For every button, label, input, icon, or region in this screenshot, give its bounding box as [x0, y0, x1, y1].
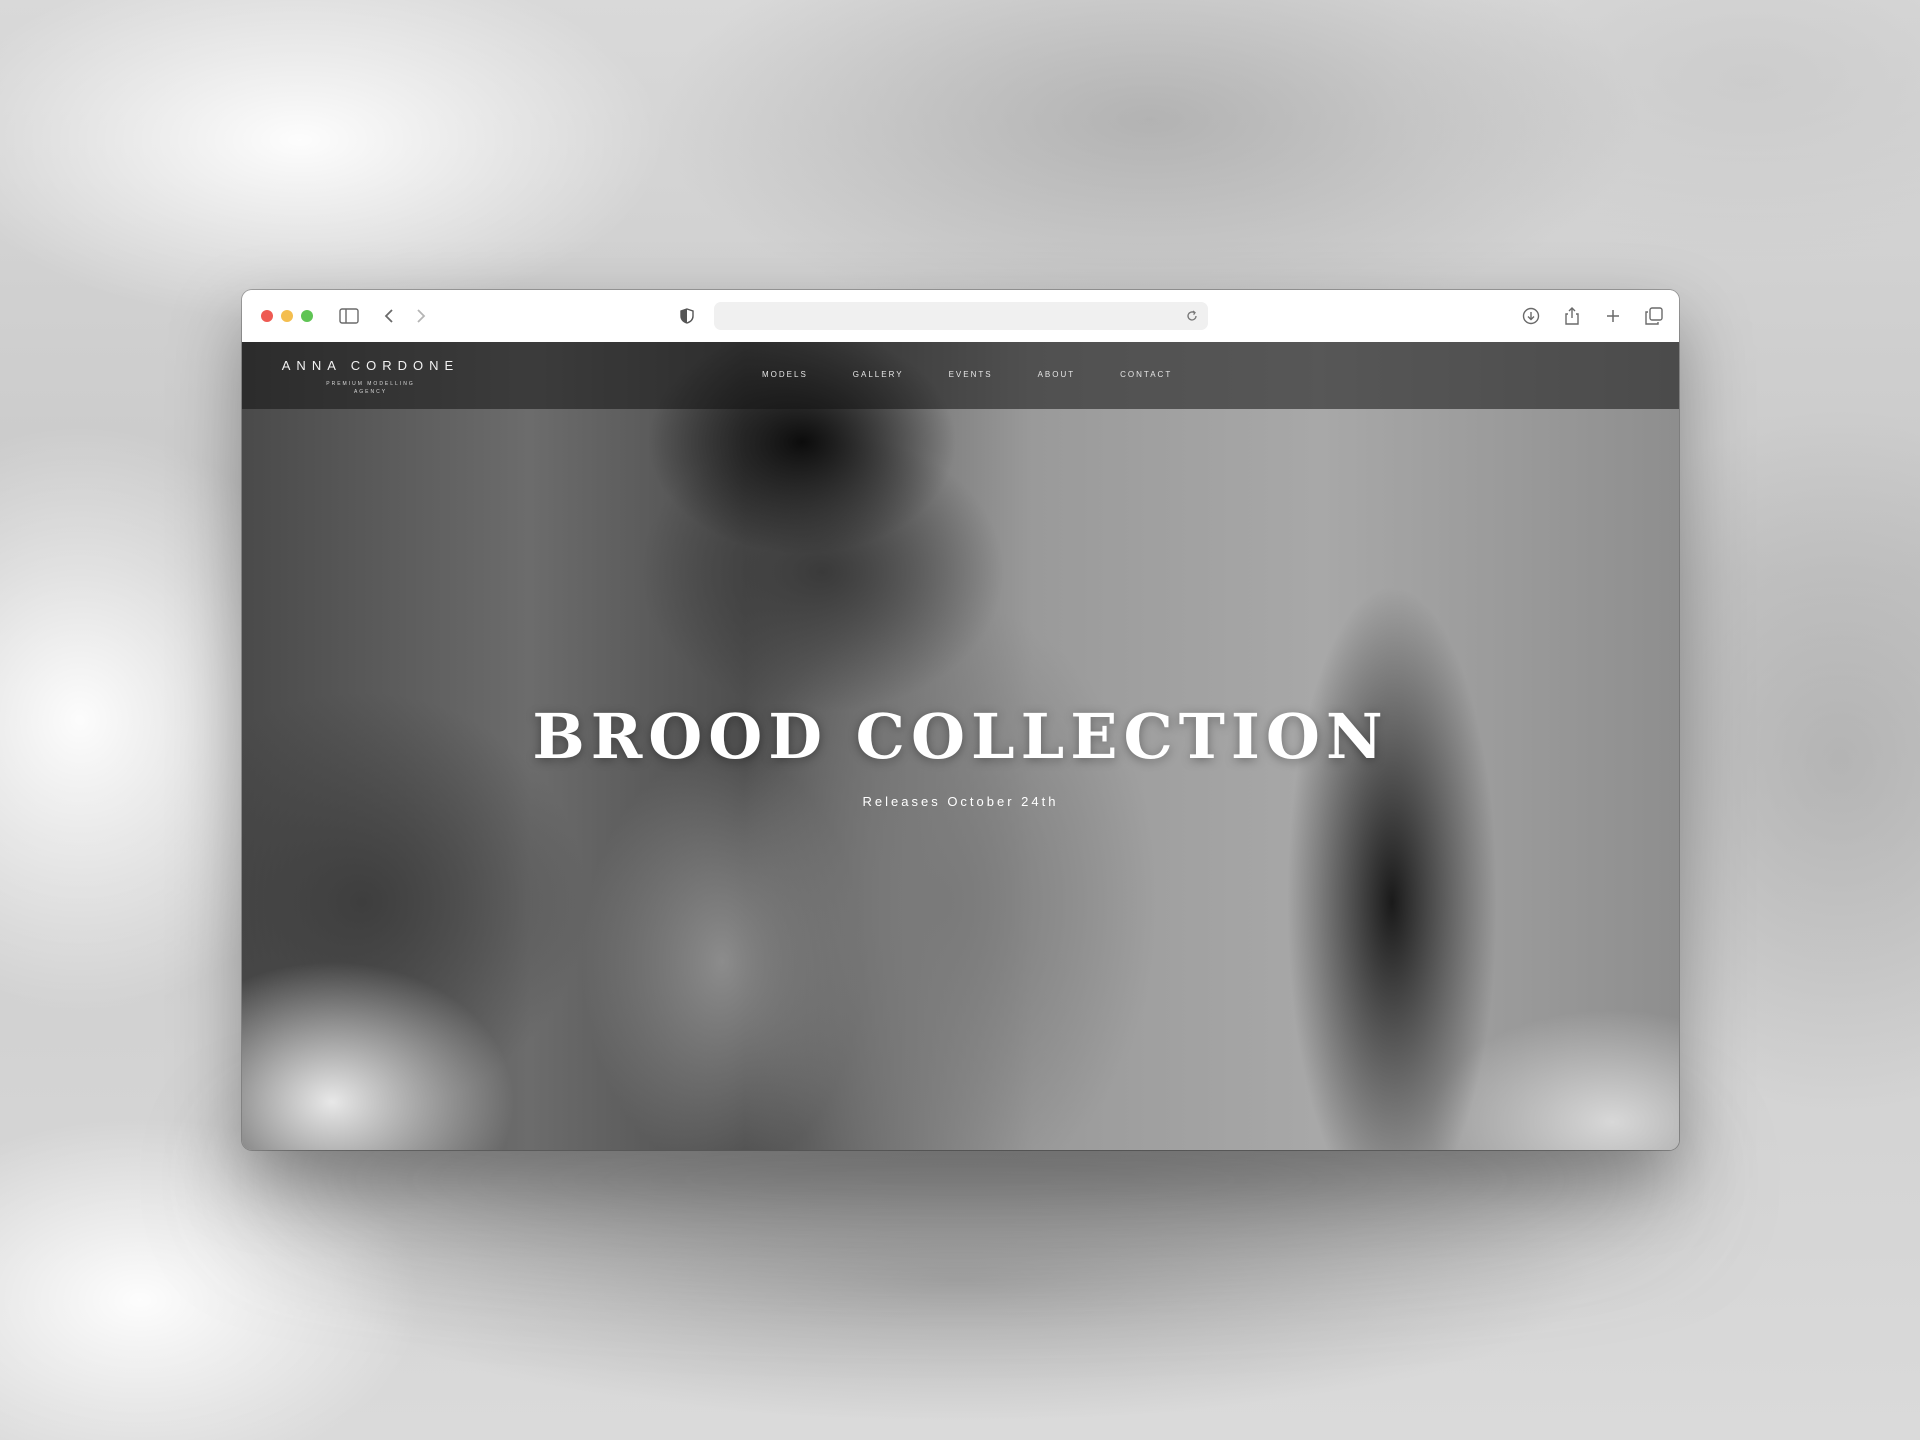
download-icon[interactable]: [1519, 304, 1543, 328]
shield-icon[interactable]: [675, 304, 699, 328]
brand-name: ANNA CORDONE: [281, 358, 460, 373]
chevron-right-icon[interactable]: [409, 304, 433, 328]
browser-window: ANNA CORDONE PREMIUM MODELLING AGENCY MO…: [242, 290, 1679, 1150]
nav-about[interactable]: ABOUT: [1038, 370, 1076, 379]
nav-contact[interactable]: CONTACT: [1120, 370, 1172, 379]
browser-toolbar: [242, 290, 1679, 343]
nav-gallery[interactable]: GALLERY: [853, 370, 904, 379]
site-logo[interactable]: ANNA CORDONE PREMIUM MODELLING AGENCY: [278, 358, 463, 396]
tab-overview-icon[interactable]: [1642, 304, 1666, 328]
website-page: ANNA CORDONE PREMIUM MODELLING AGENCY MO…: [242, 342, 1679, 1150]
brand-tagline: PREMIUM MODELLING AGENCY: [326, 381, 415, 395]
minimize-window-button[interactable]: [281, 310, 293, 322]
nav-events[interactable]: EVENTS: [949, 370, 993, 379]
site-header: ANNA CORDONE PREMIUM MODELLING AGENCY MO…: [242, 342, 1679, 409]
plus-icon[interactable]: [1601, 304, 1625, 328]
main-nav: MODELS GALLERY EVENTS ABOUT CONTACT: [762, 370, 1217, 379]
reload-icon[interactable]: [1184, 308, 1200, 324]
hero-subtitle: Releases October 24th: [862, 794, 1059, 809]
close-window-button[interactable]: [261, 310, 273, 322]
address-bar[interactable]: [714, 302, 1208, 330]
sidebar-icon[interactable]: [337, 304, 361, 328]
nav-models[interactable]: MODELS: [762, 370, 808, 379]
share-icon[interactable]: [1560, 304, 1584, 328]
chevron-left-icon[interactable]: [377, 304, 401, 328]
hero-title: BROOD COLLECTION: [532, 700, 1389, 773]
zoom-window-button[interactable]: [301, 310, 313, 322]
